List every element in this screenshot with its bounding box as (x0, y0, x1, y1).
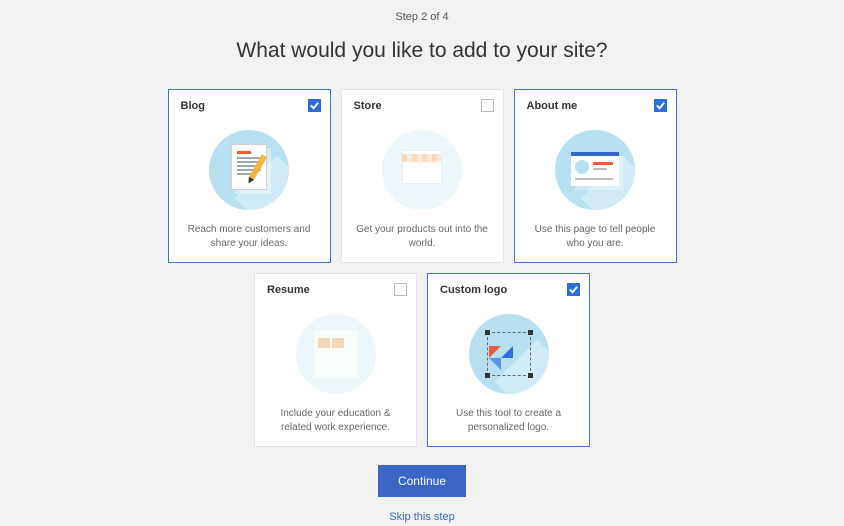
checkbox-resume[interactable] (394, 283, 407, 296)
store-icon (354, 116, 491, 223)
checkbox-store[interactable] (481, 99, 494, 112)
blog-icon (181, 116, 318, 223)
resume-icon (267, 300, 404, 407)
custom-logo-icon (440, 300, 577, 407)
checkbox-about[interactable] (654, 99, 667, 112)
skip-link[interactable]: Skip this step (389, 511, 454, 523)
card-about-desc: Use this page to tell people who you are… (527, 223, 664, 250)
check-icon (309, 100, 320, 111)
card-row-1: Blog Reach more c (168, 89, 677, 263)
card-resume-desc: Include your education & related work ex… (267, 407, 404, 434)
continue-button[interactable]: Continue (378, 465, 466, 497)
card-resume-title: Resume (267, 284, 310, 296)
card-logo[interactable]: Custom logo (427, 273, 590, 447)
profile-card-icon (527, 116, 664, 223)
card-row-2: Resume Include your education & related … (254, 273, 590, 447)
card-store-title: Store (354, 100, 382, 112)
card-logo-title: Custom logo (440, 284, 507, 296)
card-blog-desc: Reach more customers and share your idea… (181, 223, 318, 250)
card-store[interactable]: Store Get your products out into the wor… (341, 89, 504, 263)
card-blog[interactable]: Blog Reach more c (168, 89, 331, 263)
card-resume[interactable]: Resume Include your education & related … (254, 273, 417, 447)
checkbox-blog[interactable] (308, 99, 321, 112)
card-about-title: About me (527, 100, 578, 112)
check-icon (655, 100, 666, 111)
card-store-desc: Get your products out into the world. (354, 223, 491, 250)
page-title: What would you like to add to your site? (236, 39, 607, 63)
card-about[interactable]: About me Use this page to tell people wh… (514, 89, 677, 263)
checkbox-logo[interactable] (567, 283, 580, 296)
card-logo-desc: Use this tool to create a personalized l… (440, 407, 577, 434)
step-indicator: Step 2 of 4 (395, 11, 448, 23)
check-icon (568, 284, 579, 295)
card-blog-title: Blog (181, 100, 205, 112)
